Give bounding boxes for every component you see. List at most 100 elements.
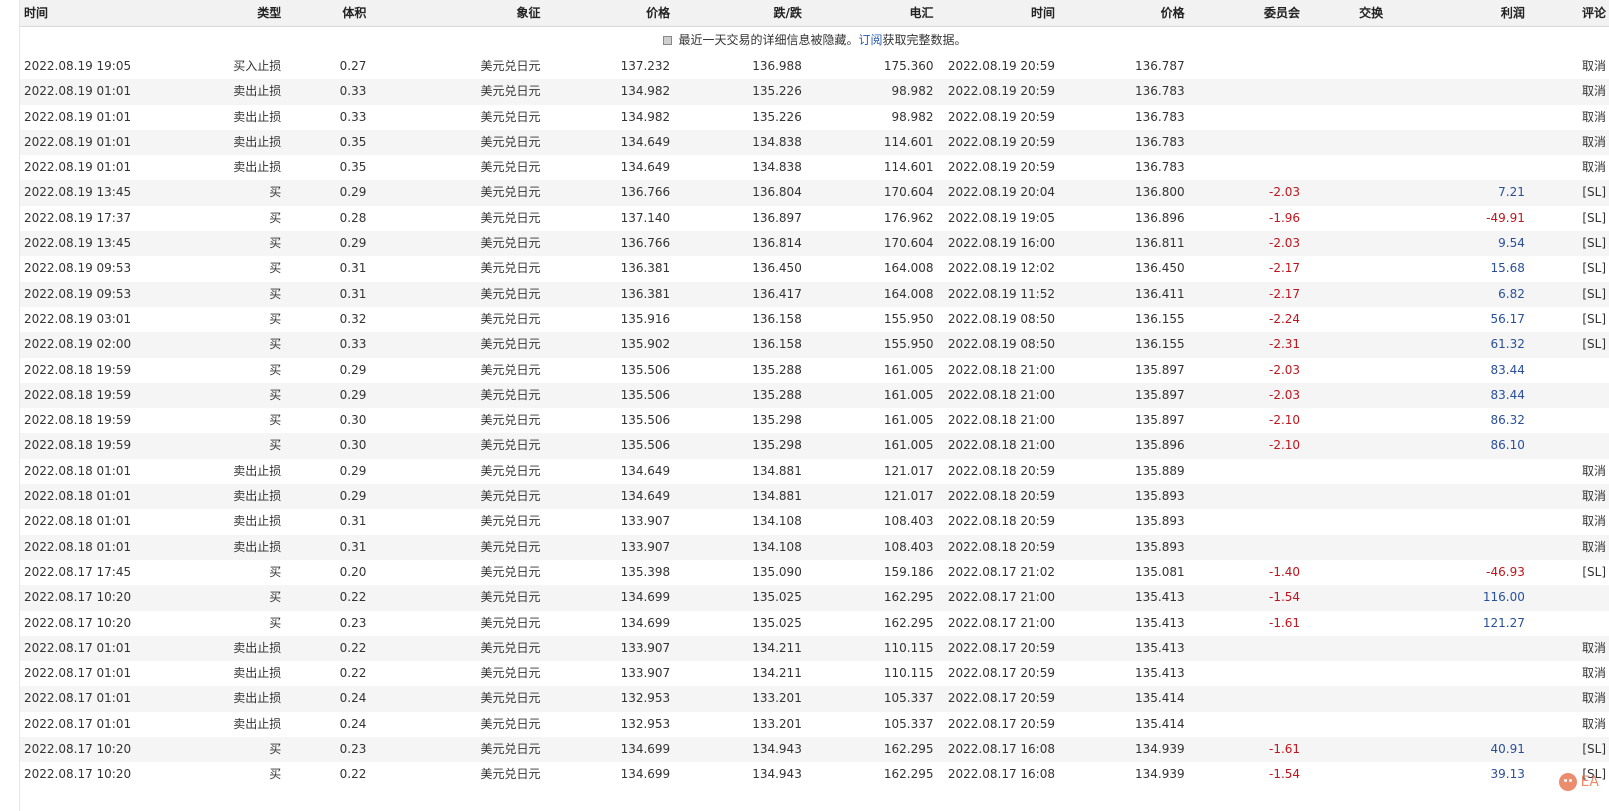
table-row[interactable]: 2022.08.18 19:59 买 0.29 美元兑日元 135.506 135.288… bbox=[20, 382, 1609, 409]
cell-symbol: 美元兑日元 bbox=[480, 564, 541, 579]
cell-close-price: 135.896 bbox=[1134, 438, 1185, 453]
header-profit[interactable]: 利润 bbox=[1387, 0, 1529, 27]
cell-open-price: 136.766 bbox=[620, 185, 671, 200]
cell-close-price: 135.893 bbox=[1134, 514, 1185, 529]
cell-volume: 0.31 bbox=[339, 261, 367, 276]
cell-symbol: 美元兑日元 bbox=[480, 463, 541, 478]
table-row[interactable]: 2022.08.19 13:45 买 0.29 美元兑日元 136.766 136.814… bbox=[20, 231, 1609, 257]
cell-volume: 0.23 bbox=[339, 615, 367, 630]
table-row[interactable]: 2022.08.19 01:01 卖出止损 0.33 美元兑日元 134.982 135.… bbox=[20, 79, 1609, 105]
cell-profit: 86.10 bbox=[1490, 438, 1525, 453]
cell-sl: 133.201 bbox=[752, 691, 802, 706]
cell-open-price: 134.649 bbox=[620, 489, 671, 504]
table-row[interactable]: 2022.08.19 01:01 卖出止损 0.35 美元兑日元 134.649 134.… bbox=[20, 129, 1609, 156]
table-row[interactable]: 2022.08.18 01:01 卖出止损 0.29 美元兑日元 134.649 134.… bbox=[20, 484, 1609, 510]
cell-type: 买 bbox=[269, 185, 282, 200]
trade-history-table: 时间 类型 体积 象征 价格 跌/跌 电汇 时间 价格 委员会 交换 利润 评论… bbox=[20, 0, 1609, 788]
watermark-logo: EA bbox=[1558, 773, 1599, 791]
cell-open-time: 2022.08.18 19:59 bbox=[24, 387, 132, 402]
cell-close-price: 135.413 bbox=[1134, 590, 1185, 605]
header-commission[interactable]: 委员会 bbox=[1189, 0, 1304, 27]
cell-volume: 0.22 bbox=[339, 767, 367, 782]
table-row[interactable]: 2022.08.19 19:05 买入止损 0.27 美元兑日元 137.232 136.… bbox=[20, 54, 1609, 80]
table-row[interactable]: 2022.08.18 01:01 卖出止损 0.31 美元兑日元 133.907 134.… bbox=[20, 509, 1609, 535]
subscribe-link[interactable]: 订阅 bbox=[858, 33, 882, 47]
table-row[interactable]: 2022.08.19 17:37 买 0.28 美元兑日元 137.140 136.897… bbox=[20, 205, 1609, 232]
notice-text: 最近一天交易的详细信息被隐藏。 bbox=[678, 33, 859, 47]
header-tp[interactable]: 电汇 bbox=[806, 0, 938, 27]
cell-close-time: 2022.08.19 08:50 bbox=[947, 311, 1055, 326]
cell-type: 买 bbox=[269, 767, 282, 782]
table-row[interactable]: 2022.08.17 10:20 买 0.22 美元兑日元 134.699 135.025… bbox=[20, 585, 1609, 611]
table-row[interactable]: 2022.08.17 10:20 买 0.22 美元兑日元 134.699 134.943… bbox=[20, 762, 1609, 788]
cell-tp: 176.962 bbox=[883, 210, 934, 225]
table-row[interactable]: 2022.08.17 01:01 卖出止损 0.24 美元兑日元 132.953 133.… bbox=[20, 686, 1609, 712]
cell-profit bbox=[1387, 535, 1529, 560]
cell-comment: 取消 bbox=[1581, 134, 1606, 149]
header-volume[interactable]: 体积 bbox=[285, 0, 370, 27]
cell-open-time: 2022.08.19 09:53 bbox=[24, 286, 132, 301]
header-open-price[interactable]: 价格 bbox=[545, 0, 675, 27]
cell-commission: -1.61 bbox=[1268, 742, 1301, 757]
cell-comment: 取消 bbox=[1581, 539, 1606, 554]
header-comment[interactable]: 评论 bbox=[1529, 0, 1609, 27]
cell-comment: 取消 bbox=[1581, 463, 1606, 478]
table-row[interactable]: 2022.08.19 09:53 买 0.31 美元兑日元 136.381 136.450… bbox=[20, 256, 1609, 282]
cell-type: 买 bbox=[269, 311, 282, 326]
cell-close-price: 136.783 bbox=[1134, 160, 1185, 175]
cell-tp: 155.950 bbox=[883, 311, 934, 326]
cell-close-time: 2022.08.19 11:52 bbox=[947, 286, 1055, 301]
cell-symbol: 美元兑日元 bbox=[480, 514, 541, 529]
table-row[interactable]: 2022.08.19 13:45 买 0.29 美元兑日元 136.766 136.804… bbox=[20, 180, 1609, 206]
table-row[interactable]: 2022.08.17 01:01 卖出止损 0.22 美元兑日元 133.907 134.… bbox=[20, 661, 1609, 687]
cell-volume: 0.20 bbox=[339, 564, 367, 579]
cell-symbol: 美元兑日元 bbox=[480, 691, 541, 706]
cell-sl: 134.943 bbox=[752, 742, 802, 757]
cell-swap bbox=[1304, 155, 1387, 180]
cell-volume: 0.32 bbox=[339, 311, 367, 326]
table-row[interactable]: 2022.08.19 01:01 卖出止损 0.35 美元兑日元 134.649 134.… bbox=[20, 155, 1609, 181]
cell-type: 卖出止损 bbox=[233, 134, 282, 149]
cell-open-time: 2022.08.17 10:20 bbox=[24, 767, 132, 782]
cell-open-time: 2022.08.19 01:01 bbox=[24, 160, 132, 175]
header-type[interactable]: 类型 bbox=[154, 0, 286, 27]
cell-commission: -2.17 bbox=[1268, 286, 1301, 301]
cell-comment bbox=[1529, 585, 1609, 610]
cell-volume: 0.22 bbox=[339, 640, 367, 655]
table-row[interactable]: 2022.08.18 19:59 买 0.29 美元兑日元 135.506 135.288… bbox=[20, 357, 1609, 383]
cell-sl: 135.090 bbox=[752, 564, 802, 579]
table-row[interactable]: 2022.08.19 03:01 买 0.32 美元兑日元 135.916 136.158… bbox=[20, 306, 1609, 333]
cell-type: 卖出止损 bbox=[233, 514, 282, 529]
table-row[interactable]: 2022.08.19 09:53 买 0.31 美元兑日元 136.381 136.417… bbox=[20, 281, 1609, 307]
table-row[interactable]: 2022.08.18 19:59 买 0.30 美元兑日元 135.506 135.298… bbox=[20, 433, 1609, 459]
cell-open-time: 2022.08.17 10:20 bbox=[24, 742, 132, 757]
header-close-price[interactable]: 价格 bbox=[1059, 0, 1189, 27]
cell-profit: 40.91 bbox=[1490, 742, 1525, 757]
table-row[interactable]: 2022.08.17 17:45 买 0.20 美元兑日元 135.398 135.090… bbox=[20, 559, 1609, 586]
header-open-time[interactable]: 时间 bbox=[20, 0, 154, 27]
table-row[interactable]: 2022.08.17 10:20 买 0.23 美元兑日元 134.699 135.025… bbox=[20, 610, 1609, 636]
cell-open-time: 2022.08.18 01:01 bbox=[24, 489, 132, 504]
cell-tp: 121.017 bbox=[883, 489, 934, 504]
table-row[interactable]: 2022.08.18 01:01 卖出止损 0.29 美元兑日元 134.649 134.… bbox=[20, 458, 1609, 485]
header-close-time[interactable]: 时间 bbox=[937, 0, 1059, 27]
cell-symbol: 美元兑日元 bbox=[480, 261, 541, 276]
cell-close-time: 2022.08.17 16:08 bbox=[947, 742, 1055, 757]
cell-commission: -2.03 bbox=[1268, 185, 1301, 200]
table-row[interactable]: 2022.08.17 10:20 买 0.23 美元兑日元 134.699 134.943… bbox=[20, 737, 1609, 763]
table-row[interactable]: 2022.08.17 01:01 卖出止损 0.22 美元兑日元 133.907 134.… bbox=[20, 635, 1609, 662]
cell-close-price: 135.897 bbox=[1134, 362, 1185, 377]
table-row[interactable]: 2022.08.18 19:59 买 0.30 美元兑日元 135.506 135.298… bbox=[20, 408, 1609, 434]
header-swap[interactable]: 交换 bbox=[1304, 0, 1387, 27]
cell-commission bbox=[1189, 535, 1304, 560]
cell-close-price: 135.897 bbox=[1134, 413, 1185, 428]
table-row[interactable]: 2022.08.19 02:00 买 0.33 美元兑日元 135.902 136.158… bbox=[20, 332, 1609, 358]
header-sl[interactable]: 跌/跌 bbox=[674, 0, 806, 27]
header-symbol[interactable]: 象征 bbox=[370, 0, 544, 27]
table-row[interactable]: 2022.08.19 01:01 卖出止损 0.33 美元兑日元 134.982 135.… bbox=[20, 104, 1609, 130]
table-row[interactable]: 2022.08.18 01:01 卖出止损 0.31 美元兑日元 133.907 134.… bbox=[20, 534, 1609, 560]
cell-profit bbox=[1387, 484, 1529, 509]
table-row[interactable]: 2022.08.17 01:01 卖出止损 0.24 美元兑日元 132.953 133.… bbox=[20, 711, 1609, 738]
cell-swap bbox=[1304, 130, 1387, 155]
cell-comment: 取消 bbox=[1581, 160, 1606, 175]
